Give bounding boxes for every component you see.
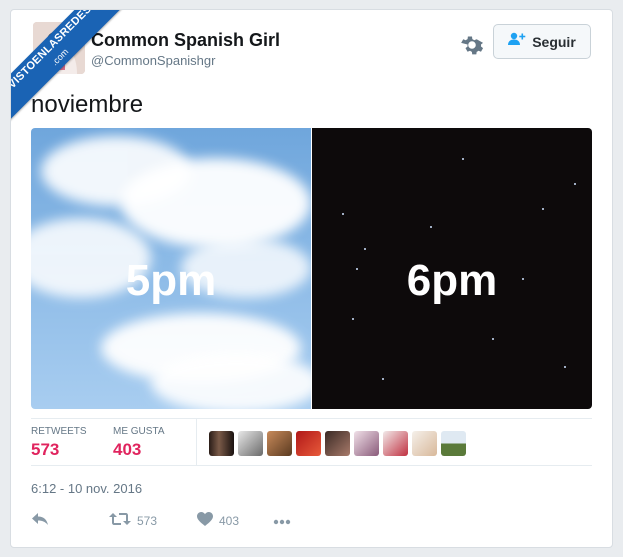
tweet-text: noviembre (31, 91, 144, 118)
liker-avatar[interactable] (325, 431, 350, 456)
follow-button[interactable]: Seguir (493, 24, 591, 59)
retweets-stat[interactable]: RETWEETS 573 (31, 426, 87, 460)
liker-avatars (209, 431, 466, 456)
media-panel-night: 6pm (312, 128, 592, 409)
liker-avatar[interactable] (441, 431, 466, 456)
liker-avatar[interactable] (296, 431, 321, 456)
gear-icon[interactable] (459, 32, 485, 58)
tweet-card: VISTOENLASREDES .com Common Spanish Girl… (10, 9, 613, 548)
liker-avatar[interactable] (383, 431, 408, 456)
media-panel-sky: 5pm (31, 128, 321, 409)
likes-count: 403 (113, 440, 142, 459)
heart-icon (197, 512, 213, 529)
liker-avatar[interactable] (354, 431, 379, 456)
tweet-timestamp[interactable]: 6:12 - 10 nov. 2016 (31, 481, 142, 496)
retweet-count: 573 (137, 513, 158, 528)
like-count: 403 (219, 513, 240, 528)
add-user-icon (508, 32, 526, 51)
more-icon (273, 514, 291, 528)
liker-avatar[interactable] (209, 431, 234, 456)
tweet-actions: 573 403 (31, 512, 291, 529)
media-label-5pm: 5pm (125, 256, 217, 305)
user-handle[interactable]: @CommonSpanishgr (91, 53, 215, 68)
reply-icon (31, 512, 49, 529)
liker-avatar[interactable] (238, 431, 263, 456)
retweet-icon (109, 512, 131, 529)
liker-avatar[interactable] (412, 431, 437, 456)
divider (31, 418, 592, 419)
retweets-label: RETWEETS (31, 426, 87, 437)
display-name[interactable]: Common Spanish Girl (91, 30, 280, 51)
likes-label: ME GUSTA (113, 426, 165, 437)
more-button[interactable] (273, 514, 291, 528)
follow-button-label: Seguir (532, 33, 576, 50)
likes-stat[interactable]: ME GUSTA 403 (113, 426, 164, 460)
like-button[interactable]: 403 (197, 512, 273, 529)
media-label-6pm: 6pm (406, 256, 498, 305)
retweets-count: 573 (31, 440, 60, 459)
divider (196, 419, 197, 465)
reply-button[interactable] (31, 512, 109, 529)
divider (31, 465, 592, 466)
liker-avatar[interactable] (267, 431, 292, 456)
retweet-button[interactable]: 573 (109, 512, 197, 529)
tweet-media[interactable]: 5pm 6pm (31, 128, 592, 409)
